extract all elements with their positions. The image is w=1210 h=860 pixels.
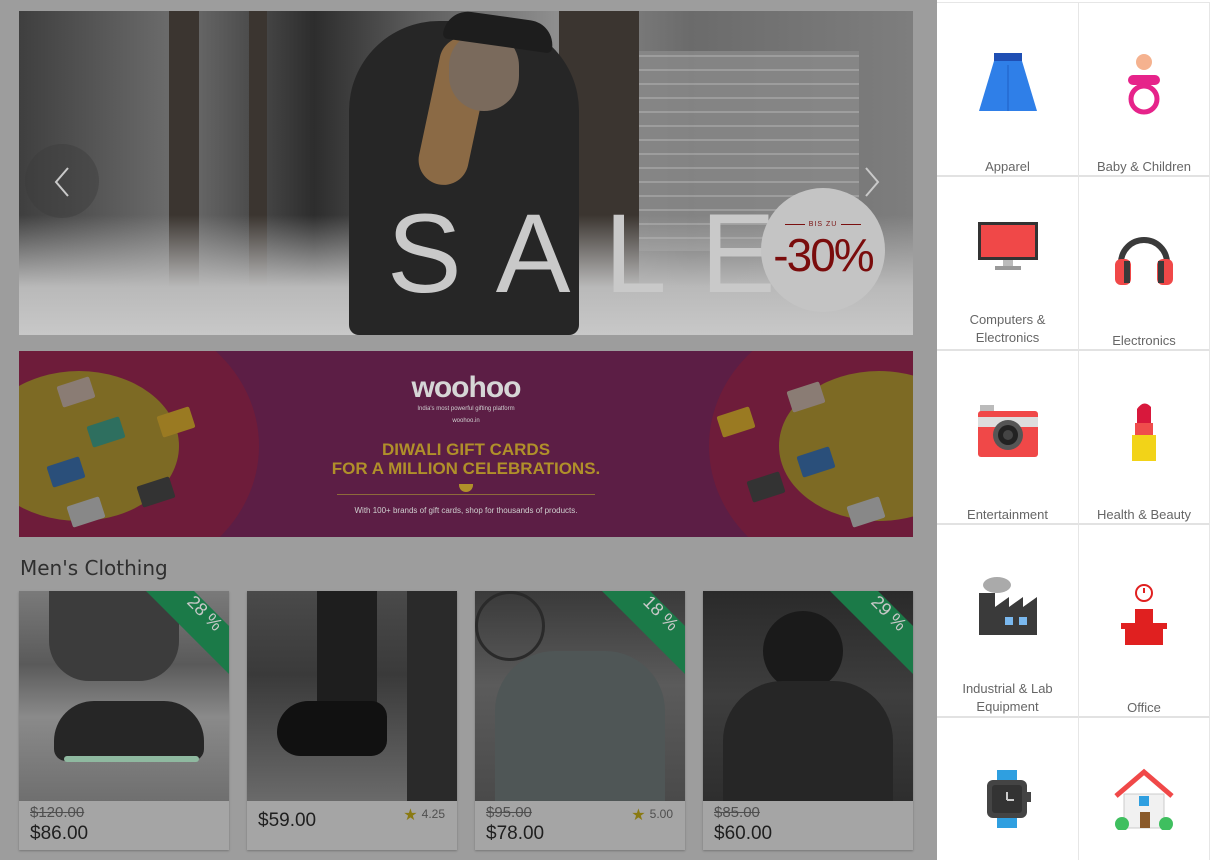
product-card[interactable]: 28 % $120.00 $86.00 (19, 591, 229, 850)
chevron-left-icon (54, 167, 69, 197)
product-rating: ★ 4.25 (403, 805, 445, 825)
category-watches[interactable] (937, 718, 1079, 860)
category-industrial-lab[interactable]: Industrial & Lab Equipment (937, 525, 1079, 718)
product-image-body (723, 681, 893, 801)
monitor-icon (937, 221, 1078, 273)
slider-prev-button[interactable] (25, 144, 99, 218)
category-label: Computers & Electronics (969, 312, 1046, 345)
star-icon: ★ (403, 807, 418, 824)
product-card[interactable]: $59.00 ★ 4.25 (247, 591, 457, 850)
hero-sale-text: SALE (387, 191, 810, 316)
product-old-price: $85.00 (714, 804, 760, 821)
category-label: Apparel (985, 159, 1030, 174)
category-label: Office (1127, 700, 1161, 715)
category-grid: Apparel Baby & Children Computers & Elec… (937, 0, 1210, 860)
banner-site: woohoo.in (452, 418, 480, 424)
category-label: Industrial & Lab Equipment (962, 681, 1053, 714)
category-home[interactable] (1079, 718, 1210, 860)
product-price: $59.00 (258, 810, 317, 831)
product-image-head (763, 611, 843, 691)
office-desk-icon (1079, 583, 1209, 649)
watch-icon (937, 768, 1078, 830)
category-health-beauty[interactable]: Health & Beauty (1079, 351, 1210, 525)
product-price: $78.00 (486, 823, 545, 844)
category-label: Baby & Children (1097, 159, 1191, 174)
product-image-shoe (277, 701, 387, 756)
slider-next-button[interactable] (835, 144, 909, 218)
lipstick-icon (1079, 401, 1209, 463)
category-electronics[interactable]: Electronics (1079, 177, 1210, 351)
category-office[interactable]: Office (1079, 525, 1210, 718)
discount-badge-caption: BIS ZU (761, 221, 885, 228)
house-icon (1079, 768, 1209, 830)
category-entertainment[interactable]: Entertainment (937, 351, 1079, 525)
section-title: Men's Clothing (20, 556, 168, 580)
banner-tagline: India's most powerful gifting platform (417, 406, 515, 412)
promo-banner[interactable]: woohoo India's most powerful gifting pla… (19, 351, 913, 537)
product-image[interactable] (247, 591, 457, 801)
skirt-icon (937, 51, 1078, 113)
product-info: $95.00 $78.00 ★ 5.00 (475, 801, 685, 850)
product-image-sole-glow (64, 756, 199, 762)
product-image-jacket (495, 651, 665, 801)
product-rating-value: 4.25 (421, 807, 445, 821)
product-rating: ★ 5.00 (631, 805, 673, 825)
banner-divider (337, 494, 595, 495)
category-label: Health & Beauty (1097, 507, 1191, 522)
star-icon: ★ (631, 807, 646, 824)
category-label: Electronics (1112, 333, 1176, 348)
banner-headline: FOR A MILLION CELEBRATIONS. (331, 459, 601, 478)
pacifier-icon (1079, 53, 1209, 115)
product-info: $85.00 $60.00 (703, 801, 913, 850)
discount-badge-value: -30% (773, 229, 874, 281)
category-label: Entertainment (967, 507, 1048, 522)
product-old-price: $95.00 (486, 804, 532, 821)
product-price: $86.00 (30, 823, 89, 844)
category-computers-electronics[interactable]: Computers & Electronics (937, 177, 1079, 351)
product-card[interactable]: 29 % $85.00 $60.00 (703, 591, 913, 850)
banner-headline: DIWALI GIFT CARDS (381, 440, 551, 459)
hero-slider[interactable]: SALE BIS ZU -30% (19, 11, 913, 335)
product-info: $59.00 ★ 4.25 (247, 801, 457, 850)
product-image-bike-wheel (475, 591, 545, 661)
product-info: $120.00 $86.00 (19, 801, 229, 850)
product-price: $60.00 (714, 823, 773, 844)
product-old-price: $120.00 (30, 804, 85, 821)
product-card[interactable]: 18 % $95.00 $78.00 ★ 5.00 (475, 591, 685, 850)
category-baby-children[interactable]: Baby & Children (1079, 3, 1210, 177)
diya-icon (459, 484, 473, 492)
factory-icon (937, 575, 1078, 637)
camera-icon (937, 403, 1078, 461)
category-apparel[interactable]: Apparel (937, 3, 1079, 177)
product-image-leg (407, 591, 457, 801)
headphones-icon (1079, 227, 1209, 289)
chevron-right-icon (865, 167, 880, 197)
product-image-legs (317, 591, 377, 711)
banner-footer-text: With 100+ brands of gift cards, shop for… (354, 506, 578, 515)
woohoo-logo: woohoo (411, 371, 522, 404)
product-image-shoe (54, 701, 204, 761)
main-content-dimmed: SALE BIS ZU -30% woohoo India's most pow… (0, 0, 937, 860)
product-rating-value: 5.00 (649, 807, 673, 821)
page: SALE BIS ZU -30% woohoo India's most pow… (0, 0, 1210, 860)
